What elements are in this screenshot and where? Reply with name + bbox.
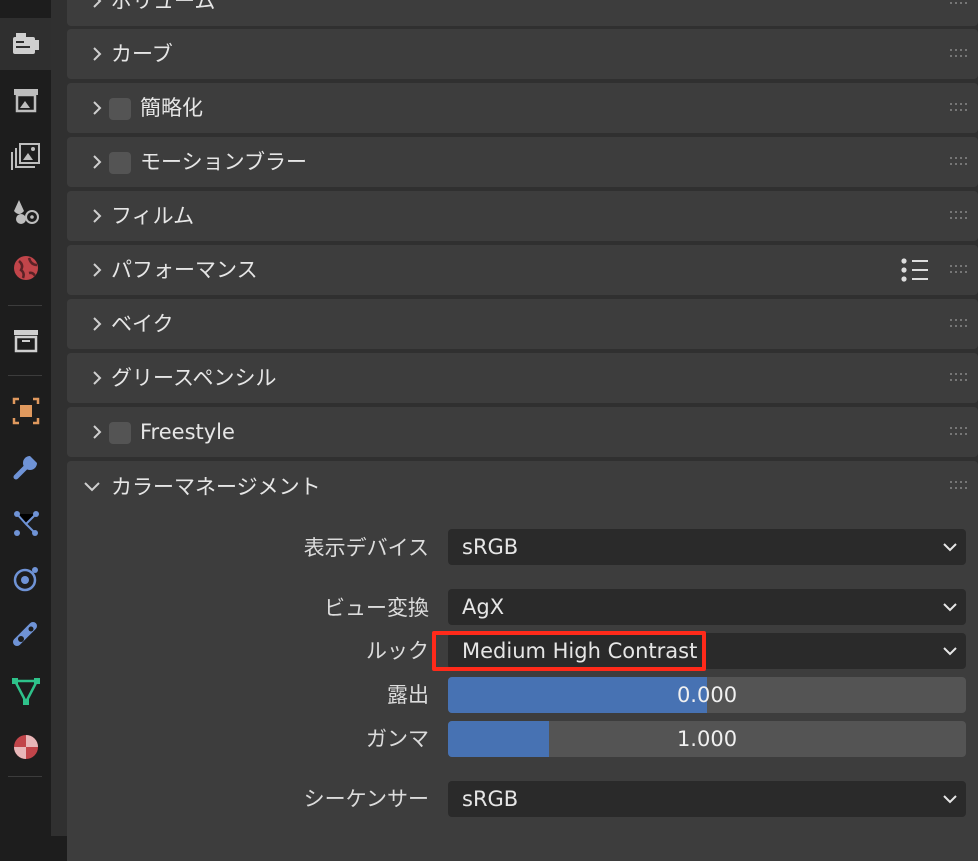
- render-tab[interactable]: [0, 18, 51, 70]
- panel-bake[interactable]: ベイク: [67, 299, 978, 349]
- gamma-label: ガンマ: [366, 727, 429, 751]
- view-layer-tab[interactable]: [0, 130, 51, 182]
- output-tab[interactable]: [0, 74, 51, 126]
- motion-blur-checkbox[interactable]: [109, 152, 131, 174]
- constraints-icon: [11, 620, 41, 650]
- drag-handle-icon[interactable]: [950, 49, 970, 59]
- panel-title: Freestyle: [140, 420, 235, 444]
- object-icon: [11, 396, 41, 426]
- sequencer-label: シーケンサー: [303, 787, 429, 811]
- chevron-right-icon: [93, 47, 102, 61]
- drag-handle-icon[interactable]: [950, 373, 970, 383]
- exposure-slider[interactable]: 0.000: [448, 677, 966, 713]
- panel-film[interactable]: フィルム: [67, 191, 978, 241]
- chevron-right-icon: [93, 263, 102, 277]
- slider-value: 0.000: [676, 683, 738, 707]
- chevron-right-icon: [93, 0, 102, 8]
- physics-tab[interactable]: [0, 553, 51, 605]
- scene-icon: [11, 197, 41, 227]
- panel-title: モーションブラー: [140, 150, 307, 174]
- panel-title: パフォーマンス: [111, 258, 258, 282]
- view-transform-label: ビュー変換: [324, 596, 429, 620]
- chevron-right-icon: [93, 317, 102, 331]
- chevron-down-icon[interactable]: [83, 479, 101, 495]
- panel-simplify[interactable]: 簡略化: [67, 83, 978, 133]
- drag-handle-icon[interactable]: [950, 211, 970, 221]
- drag-handle-icon[interactable]: [950, 481, 970, 491]
- dropdown-value: AgX: [462, 595, 505, 619]
- chevron-down-icon: [943, 603, 957, 612]
- scene-tab[interactable]: [0, 186, 51, 238]
- particles-icon: [11, 508, 41, 538]
- material-tab[interactable]: [0, 721, 51, 773]
- look-label: ルック: [366, 639, 429, 663]
- drag-handle-icon[interactable]: [950, 427, 970, 437]
- object-tab[interactable]: [0, 385, 51, 437]
- render-icon: [11, 30, 41, 58]
- world-icon: [11, 253, 41, 283]
- drag-handle-icon[interactable]: [950, 0, 970, 6]
- modifier-wrench-icon: [11, 452, 41, 482]
- sequencer-dropdown[interactable]: sRGB: [448, 781, 966, 817]
- chevron-down-icon: [943, 795, 957, 804]
- world-tab[interactable]: [0, 242, 51, 294]
- chevron-down-icon: [943, 543, 957, 552]
- tab-separator: [8, 375, 42, 376]
- properties-tab-bar: [0, 0, 51, 836]
- chevron-right-icon: [93, 425, 102, 439]
- panel-volume[interactable]: ボリューム: [67, 0, 978, 26]
- dropdown-value: sRGB: [462, 535, 519, 559]
- panel-title: グリースペンシル: [111, 366, 277, 390]
- panel-title: フィルム: [111, 204, 195, 228]
- panel-title: ベイク: [111, 312, 174, 336]
- annotation-highlight-box: [432, 631, 706, 671]
- presets-list-icon[interactable]: [900, 257, 930, 283]
- view-layer-icon: [10, 142, 41, 170]
- display-device-label: 表示デバイス: [303, 536, 429, 560]
- drag-handle-icon[interactable]: [950, 265, 970, 275]
- panel-title: ボリューム: [111, 0, 216, 13]
- chevron-right-icon: [93, 209, 102, 223]
- freestyle-checkbox[interactable]: [109, 422, 131, 444]
- chevron-right-icon: [93, 155, 102, 169]
- drag-handle-icon[interactable]: [950, 103, 970, 113]
- tab-separator: [8, 305, 42, 306]
- collection-tab[interactable]: [0, 314, 51, 366]
- material-icon: [11, 732, 41, 762]
- drag-handle-icon[interactable]: [950, 157, 970, 167]
- panel-freestyle[interactable]: Freestyle: [67, 407, 978, 457]
- physics-icon: [11, 564, 41, 594]
- object-data-tab[interactable]: [0, 665, 51, 717]
- drag-handle-icon[interactable]: [950, 319, 970, 329]
- exposure-label: 露出: [387, 683, 429, 707]
- chevron-right-icon: [93, 101, 102, 115]
- constraints-tab[interactable]: [0, 609, 51, 661]
- gamma-slider[interactable]: 1.000: [448, 721, 966, 757]
- output-icon: [11, 86, 41, 114]
- view-transform-dropdown[interactable]: AgX: [448, 589, 966, 625]
- chevron-down-icon: [943, 647, 957, 656]
- panel-curves[interactable]: カーブ: [67, 29, 978, 79]
- chevron-right-icon: [93, 371, 102, 385]
- display-device-dropdown[interactable]: sRGB: [448, 529, 966, 565]
- simplify-checkbox[interactable]: [109, 98, 131, 120]
- panel-title: 簡略化: [140, 96, 203, 120]
- panel-performance[interactable]: パフォーマンス: [67, 245, 978, 295]
- object-data-icon: [11, 676, 41, 706]
- dropdown-value: sRGB: [462, 787, 519, 811]
- panel-motion-blur[interactable]: モーションブラー: [67, 137, 978, 187]
- panel-title: カーブ: [111, 42, 173, 66]
- tab-separator: [8, 776, 42, 777]
- modifier-tab[interactable]: [0, 441, 51, 493]
- collection-icon: [11, 326, 41, 354]
- particles-tab[interactable]: [0, 497, 51, 549]
- slider-value: 1.000: [676, 727, 738, 751]
- panel-title[interactable]: カラーマネージメント: [111, 474, 321, 500]
- render-properties: ボリューム カーブ 簡略化 モーションブラー フィルム パフォーマンス ベイク …: [51, 0, 978, 861]
- panel-grease-pencil[interactable]: グリースペンシル: [67, 353, 978, 403]
